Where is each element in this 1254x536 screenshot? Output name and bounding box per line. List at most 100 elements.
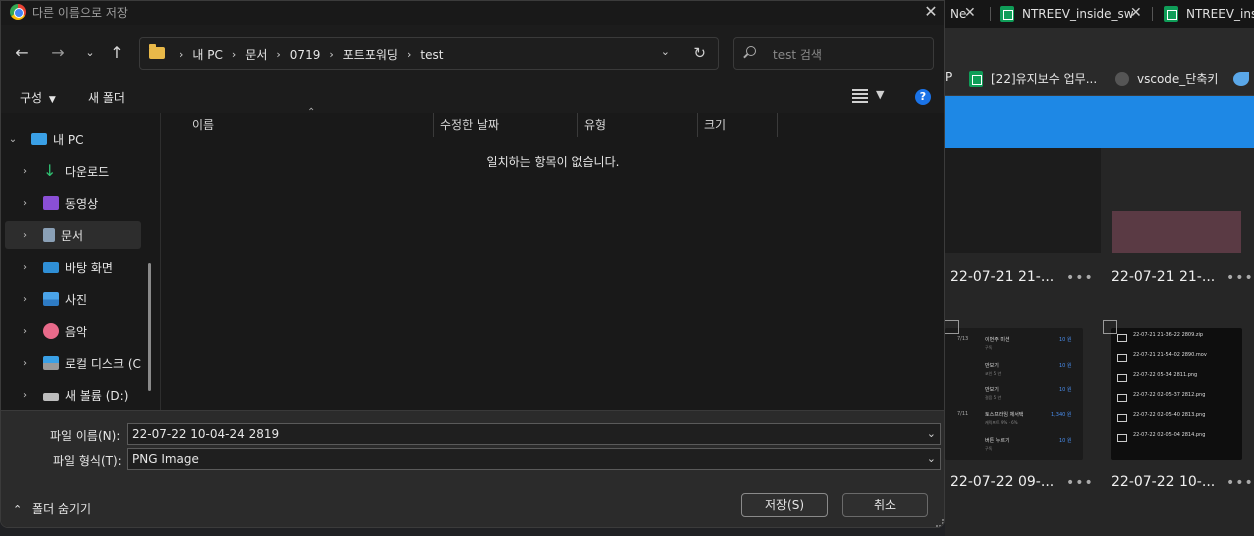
tab-close-icon[interactable]: ✕: [964, 5, 976, 21]
thumb-row-sub: 걸음 5 년: [985, 395, 1002, 400]
chevron-right-icon[interactable]: ›: [17, 358, 33, 369]
more-options-icon[interactable]: •••: [1226, 270, 1254, 286]
pc-icon: [31, 133, 47, 145]
recent-locations-chevron-icon[interactable]: ⌄: [78, 39, 102, 67]
address-dropdown-chevron-icon[interactable]: ⌄: [661, 45, 670, 58]
dialog-title-bar[interactable]: 다른 이름으로 저장 ✕: [1, 1, 944, 25]
thumb-row-sub: 구독: [985, 446, 993, 451]
filetype-value: PNG Image: [132, 452, 199, 466]
hide-folders-toggle[interactable]: ⌃ 폴더 숨기기: [13, 500, 91, 517]
thumbnail-image[interactable]: 7/13 7/11 이번주 미션 구독 10 원 만보기 코인 5 년 10 원…: [945, 328, 1083, 460]
more-options-icon[interactable]: •••: [1066, 270, 1094, 286]
file-caption[interactable]: 22-07-22 09-...: [950, 474, 1054, 490]
file-caption[interactable]: 22-07-21 21-...: [950, 269, 1054, 285]
chevron-right-icon[interactable]: ›: [17, 166, 33, 177]
more-options-icon[interactable]: •••: [1226, 475, 1254, 491]
forward-arrow-icon[interactable]: →: [46, 39, 70, 67]
thumbnail-image[interactable]: [1112, 148, 1241, 253]
column-header-date[interactable]: 수정한 날짜: [434, 113, 578, 137]
save-as-dialog: 다른 이름으로 저장 ✕ ← → ⌄ ↑ › 내 PC › 문서 › 0719 …: [0, 0, 945, 528]
up-arrow-icon[interactable]: ↑: [105, 39, 129, 67]
tree-item-new-volume[interactable]: › 새 볼륨 (D:): [17, 381, 153, 409]
tree-item-label: 사진: [65, 292, 88, 307]
view-dropdown-caret-icon[interactable]: ▼: [876, 88, 884, 101]
google-sheets-icon: [1000, 6, 1014, 22]
chevron-down-icon[interactable]: ⌄: [5, 134, 21, 145]
desktop-icon: [43, 261, 59, 273]
chevron-down-icon[interactable]: ⌄: [927, 449, 936, 469]
tree-item-pictures[interactable]: › 사진: [17, 285, 153, 313]
tree-item-label: 로컬 디스크 (C: [65, 356, 141, 371]
breadcrumb-item[interactable]: 포트포워딩: [343, 46, 398, 63]
thumb-file-name: 22-07-21 21-36-22 2809.zip: [1133, 332, 1204, 338]
thumb-row-amount: 1,340 원: [1051, 412, 1072, 418]
filename-input[interactable]: 22-07-22 10-04-24 2819 ⌄: [127, 423, 941, 445]
tree-item-label: 음악: [65, 324, 88, 339]
address-bar[interactable]: › 내 PC › 문서 › 0719 › 포트포워딩 › test ⌄ ↻: [139, 37, 719, 70]
save-options-panel: 파일 이름(N): 22-07-22 10-04-24 2819 ⌄ 파일 형식…: [1, 410, 944, 527]
breadcrumb: › 내 PC › 문서 › 0719 › 포트포워딩 › test: [170, 46, 443, 63]
chevron-right-icon[interactable]: ›: [17, 198, 33, 209]
tree-item-documents[interactable]: › 문서: [5, 221, 141, 249]
breadcrumb-item[interactable]: test: [420, 48, 443, 62]
tab-close-icon[interactable]: ✕: [1130, 5, 1142, 21]
search-input[interactable]: test 검색: [733, 37, 934, 70]
file-caption[interactable]: 22-07-22 10-...: [1111, 474, 1215, 490]
tree-item-local-disk[interactable]: › 로컬 디스크 (C: [17, 349, 153, 377]
column-header-type[interactable]: 유형: [578, 113, 698, 137]
drive-icon: [43, 393, 59, 401]
bird-icon: [1233, 72, 1249, 86]
cancel-button[interactable]: 취소: [842, 493, 928, 517]
column-header-size[interactable]: 크기: [698, 113, 778, 137]
bookmark-label: vscode_단축키: [1137, 72, 1219, 86]
column-header-name[interactable]: 이름: [186, 113, 434, 137]
thumbnail-image[interactable]: 22-07-21 21-36-22 2809.zip 22-07-21 21-5…: [1111, 328, 1242, 460]
select-checkbox[interactable]: [945, 320, 959, 334]
more-options-icon[interactable]: •••: [1066, 475, 1094, 491]
tree-item-desktop[interactable]: › 바탕 화면: [17, 253, 153, 281]
bookmark-item[interactable]: vscode_단축키: [1115, 70, 1218, 87]
bookmark-item[interactable]: P: [945, 70, 952, 84]
tab-separator: [1152, 7, 1153, 21]
close-icon[interactable]: ✕: [916, 1, 944, 25]
chevron-right-icon[interactable]: ›: [17, 294, 33, 305]
resize-grip-icon[interactable]: [936, 519, 944, 527]
tree-item-label: 다운로드: [65, 164, 110, 179]
bookmark-label: P: [945, 70, 953, 84]
breadcrumb-chevron-icon: ›: [276, 48, 281, 61]
filetype-select[interactable]: PNG Image ⌄: [127, 448, 941, 470]
view-options-icon[interactable]: [852, 89, 868, 103]
breadcrumb-chevron-icon: ›: [231, 48, 237, 61]
breadcrumb-item[interactable]: 문서: [245, 46, 267, 63]
chevron-right-icon[interactable]: ›: [17, 390, 33, 401]
browser-tab[interactable]: NTREEV_inside_sw: [1000, 0, 1138, 28]
organize-button[interactable]: 구성 ▼: [20, 89, 56, 106]
refresh-icon[interactable]: ↻: [693, 44, 706, 62]
tree-item-videos[interactable]: › 동영상: [17, 189, 153, 217]
save-button[interactable]: 저장(S): [741, 493, 828, 517]
bookmark-item[interactable]: [22]유지보수 업무...: [969, 70, 1097, 87]
chevron-right-icon[interactable]: ›: [17, 326, 33, 337]
file-caption[interactable]: 22-07-21 21-...: [1111, 269, 1215, 285]
help-icon[interactable]: ?: [915, 89, 931, 105]
nav-pane-scrollbar[interactable]: [148, 263, 151, 391]
tree-item-music[interactable]: › 음악: [17, 317, 153, 345]
browser-tab[interactable]: NTREEV_inside_sw: [1164, 0, 1254, 28]
back-arrow-icon[interactable]: ←: [10, 39, 34, 67]
chevron-right-icon[interactable]: ›: [17, 230, 33, 241]
new-folder-button[interactable]: 새 폴더: [88, 89, 125, 106]
breadcrumb-item[interactable]: 내 PC: [192, 46, 222, 63]
tab-label: NTREEV_inside_sw: [1186, 7, 1254, 21]
breadcrumb-chevron-icon: ›: [179, 48, 184, 61]
tree-item-my-pc[interactable]: ⌄ 내 PC: [5, 125, 141, 153]
thumb-row-amount: 10 원: [1059, 337, 1072, 343]
chevron-right-icon[interactable]: ›: [17, 262, 33, 273]
breadcrumb-item[interactable]: 0719: [290, 48, 321, 62]
tree-item-downloads[interactable]: › ↓ 다운로드: [17, 157, 153, 185]
chevron-down-icon[interactable]: ⌄: [927, 424, 936, 444]
select-checkbox[interactable]: [1103, 320, 1117, 334]
thumbnail-image[interactable]: [945, 148, 1101, 253]
image-file-icon: [1117, 434, 1127, 442]
thumb-row-sub: 구독: [985, 345, 993, 350]
thumb-file-name: 22-07-22 02-05-04 2814.png: [1133, 432, 1206, 438]
